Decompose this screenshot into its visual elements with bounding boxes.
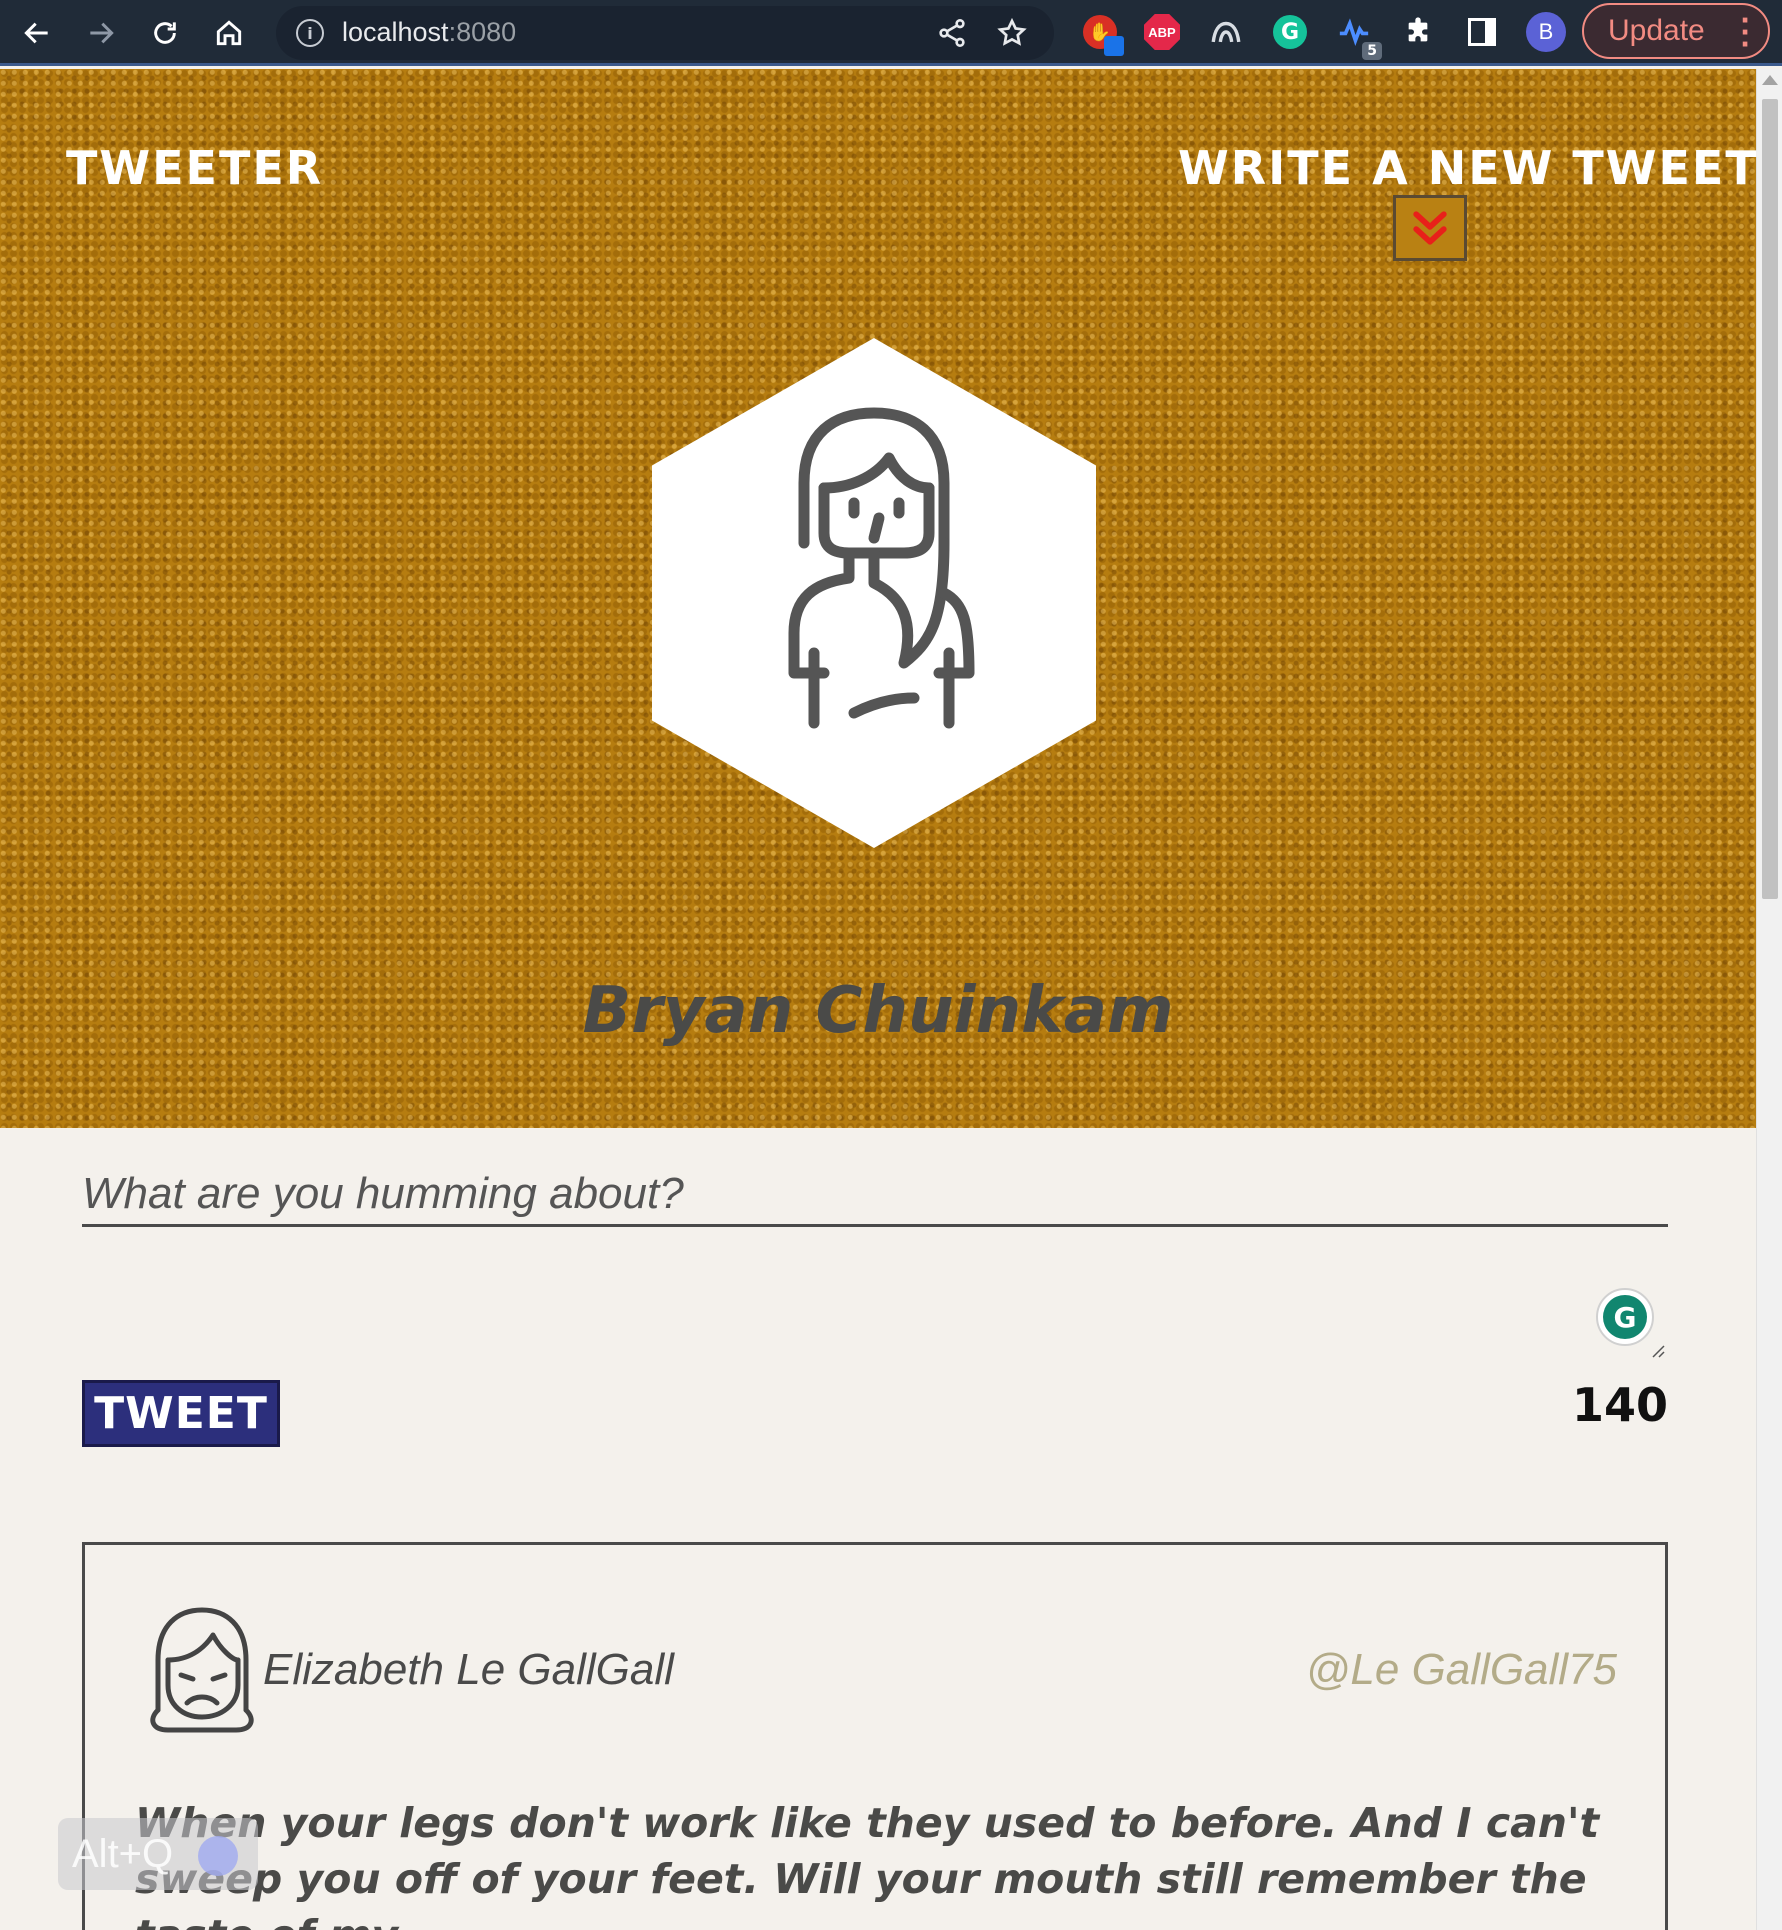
side-panel-icon[interactable] (1462, 12, 1502, 52)
page-header: TWEETER WRITE A NEW TWEET Bryan Chuinkam (0, 69, 1759, 1128)
url-port: :8080 (448, 17, 517, 47)
abp-label: ABP (1144, 14, 1180, 50)
browser-toolbar: i localhost:8080 ✋ ABP G 5 B Update · · · (0, 0, 1782, 66)
double-chevron-down-icon (1413, 211, 1447, 245)
grammarly-label: G (1273, 15, 1307, 49)
url-text: localhost:8080 (342, 17, 516, 48)
update-button[interactable]: Update · · · (1582, 3, 1770, 59)
home-icon[interactable] (204, 8, 254, 58)
adblock-extension-icon[interactable]: ABP (1142, 12, 1182, 52)
profile-avatar-hexagon (652, 338, 1096, 848)
address-bar[interactable]: i localhost:8080 (276, 6, 1054, 60)
grammarly-extension-icon[interactable]: G (1270, 12, 1310, 52)
char-counter: 140 (1571, 1378, 1668, 1432)
wave-overlay-icon (198, 1836, 238, 1876)
star-icon[interactable] (996, 17, 1028, 49)
tweet-card: Elizabeth Le GallGall @Le GallGall75 Whe… (82, 1542, 1668, 1930)
grammarly-widget[interactable]: G (1596, 1288, 1654, 1346)
info-icon[interactable]: i (296, 19, 324, 47)
profile-avatar[interactable]: B (1526, 12, 1566, 52)
wave-extension-icon[interactable]: 5 (1334, 12, 1382, 60)
tweet-submit-button[interactable]: TWEET (82, 1380, 280, 1447)
alt-q-overlay[interactable]: Alt+Q (58, 1818, 258, 1890)
resize-handle-icon[interactable] (1650, 1343, 1666, 1359)
reload-icon[interactable] (140, 8, 190, 58)
update-label: Update (1608, 14, 1705, 47)
arc-extension-icon[interactable] (1206, 12, 1246, 52)
scroll-up-arrow-icon[interactable] (1762, 75, 1778, 85)
tweet-author-name: Elizabeth Le GallGall (263, 1645, 674, 1694)
square-badge (1104, 36, 1124, 56)
brand-logo[interactable]: TWEETER (66, 141, 323, 195)
back-arrow-icon[interactable] (12, 8, 62, 58)
sad-woman-avatar-icon (150, 1607, 254, 1733)
tweet-content: When your legs don't work like they used… (135, 1799, 1600, 1930)
profile-name: Bryan Chuinkam (582, 974, 1174, 1048)
grammarly-widget-label: G (1603, 1295, 1647, 1339)
side-panel-box (1468, 18, 1496, 46)
url-host: localhost (342, 17, 449, 47)
kebab-menu-icon[interactable]: · · · (1740, 8, 1750, 58)
stop-extension-icon[interactable]: ✋ (1080, 12, 1124, 56)
forward-arrow-icon[interactable] (76, 8, 126, 58)
alt-q-label: Alt+Q (72, 1831, 174, 1876)
page-scrollbar[interactable] (1756, 69, 1782, 1930)
toggle-compose-button[interactable] (1393, 195, 1467, 261)
puzzle-icon[interactable] (1398, 12, 1438, 52)
tweet-author-handle: @Le GallGall75 (1305, 1645, 1617, 1694)
write-new-tweet-link[interactable]: WRITE A NEW TWEET (1178, 141, 1759, 195)
woman-avatar-icon (788, 407, 975, 729)
share-icon[interactable] (936, 17, 968, 49)
scroll-thumb[interactable] (1762, 99, 1778, 899)
wave-badge: 5 (1362, 42, 1382, 60)
tweet-compose-input[interactable] (82, 1163, 1668, 1227)
